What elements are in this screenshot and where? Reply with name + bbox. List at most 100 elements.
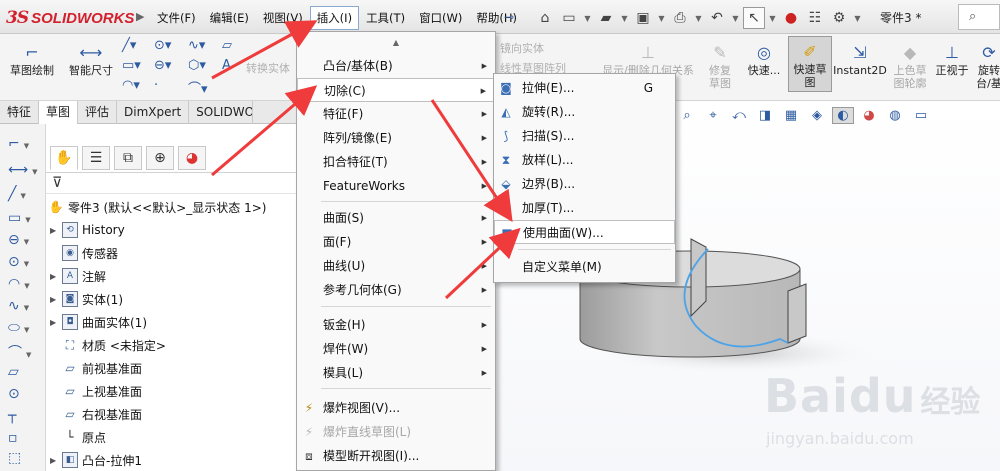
menu-item-swept-cut[interactable]: ⟆ 扫描(S)... xyxy=(494,124,675,148)
menu-item-explode-line-sketch[interactable]: ⚡ 爆炸直线草图(L) xyxy=(297,420,495,444)
circle-tool-icon[interactable]: ⊙ ▼ xyxy=(8,254,38,274)
circle-icon[interactable]: ⊙▾ xyxy=(154,38,171,53)
dimxpert-manager-tab-icon[interactable]: ⊕ xyxy=(146,146,174,170)
menu-item-curve[interactable]: 曲线(U) ▶ xyxy=(297,254,495,278)
menu-scroll-up-icon[interactable]: ▲ xyxy=(297,34,495,52)
menu-insert[interactable]: 插入(I) xyxy=(309,6,360,30)
point-icon[interactable]: · xyxy=(154,78,158,93)
open-folder-icon[interactable]: ▰ xyxy=(595,7,617,29)
tree-item-boss-extrude1[interactable]: ▶ ◧ 凸台-拉伸1 xyxy=(50,449,142,471)
small-square-icon[interactable]: ▫ xyxy=(8,430,38,450)
menu-help[interactable]: 帮助(H) xyxy=(469,6,524,30)
menu-item-customize-menu[interactable]: 自定义菜单(M) xyxy=(494,255,675,279)
rapid-sketch-button[interactable]: ✐ 快速草图 xyxy=(788,36,832,92)
tab-solidworks-addins[interactable]: SOLIDWORKS xyxy=(189,101,254,124)
tree-item-sensors[interactable]: ◉ 传感器 xyxy=(50,242,118,264)
menu-item-model-break-view[interactable]: ⧈ 模型断开视图(I)... xyxy=(297,444,495,468)
options-gear-icon[interactable]: ⚙ xyxy=(828,7,850,29)
menu-item-thicken-cut[interactable]: ▤ 加厚(T)... xyxy=(494,196,675,220)
menu-edit[interactable]: 编辑(E) xyxy=(203,6,256,30)
mirror-entities-label[interactable]: 镜向实体 xyxy=(500,40,544,56)
menu-item-features[interactable]: 特征(F) ▶ xyxy=(297,102,495,126)
menu-item-boundary-cut[interactable]: ⬙ 边界(B)... xyxy=(494,172,675,196)
view-settings-icon[interactable]: ▭ xyxy=(910,108,932,123)
expand-arrow-icon[interactable]: ▶ xyxy=(50,272,62,281)
point-tool-icon[interactable]: ⊙ xyxy=(8,386,38,406)
menu-item-cut[interactable]: 切除(C) ▶ xyxy=(297,78,495,102)
tree-item-front-plane[interactable]: ▱ 前视基准面 xyxy=(50,357,142,379)
menu-item-boss-base[interactable]: 凸台/基体(B) ▶ xyxy=(297,54,495,78)
line-tool-icon[interactable]: ╱ ▼ xyxy=(8,186,38,206)
menu-item-lofted-cut[interactable]: ⧗ 放样(L)... xyxy=(494,148,675,172)
menu-item-cut-with-surface[interactable]: ⬒ 使用曲面(W)... xyxy=(494,220,675,244)
rectangle-icon[interactable]: ▭▾ xyxy=(122,58,141,73)
tree-item-origin[interactable]: └ 原点 xyxy=(50,426,106,448)
normal-to-button[interactable]: ⊥ 正视于 xyxy=(932,40,972,77)
previous-view-icon[interactable]: ⤺ xyxy=(728,108,750,123)
menu-item-exploded-view[interactable]: ⚡ 爆炸视图(V)... xyxy=(297,396,495,420)
menu-item-sheet-metal[interactable]: 钣金(H) ▶ xyxy=(297,313,495,337)
select-dropdown-icon[interactable]: ▼ xyxy=(767,7,778,29)
display-style-icon[interactable]: ◈ xyxy=(806,108,828,123)
new-document-icon[interactable]: ▭ xyxy=(558,7,580,29)
tab-sketch[interactable]: 草图 xyxy=(39,101,79,124)
spline-tool-icon[interactable]: ∿ ▼ xyxy=(8,298,38,318)
property-manager-tab-icon[interactable]: ☰ xyxy=(82,146,110,170)
polygon-icon[interactable]: ⬡▾ xyxy=(188,58,206,73)
tree-item-annotations[interactable]: ▶ A 注解 xyxy=(50,265,106,287)
quick-snaps-button[interactable]: ◎ 快速... xyxy=(745,40,783,77)
solidworks-logo[interactable]: 3S SOLIDWORKS xyxy=(6,7,134,29)
arc-tool-icon[interactable]: ◠ ▼ xyxy=(8,276,38,296)
smart-dimension-button[interactable]: ⟷ 智能尺寸 xyxy=(64,40,118,77)
save-icon[interactable]: ▣ xyxy=(632,7,654,29)
tree-item-right-plane[interactable]: ▱ 右视基准面 xyxy=(50,403,142,425)
plane-icon[interactable]: ▱ xyxy=(222,38,232,53)
menu-item-extruded-cut[interactable]: ◙ 拉伸(E)... G xyxy=(494,76,675,100)
menu-window[interactable]: 窗口(W) xyxy=(412,6,469,30)
zoom-area-icon[interactable]: ⌖ xyxy=(702,108,724,123)
menu-view[interactable]: 视图(V) xyxy=(256,6,310,30)
sketch-button[interactable]: ⌐ 草图绘制 xyxy=(6,40,58,77)
offset-tool-icon[interactable]: ⬚ xyxy=(8,450,38,470)
zoom-to-fit-icon[interactable]: ⌕ xyxy=(676,108,698,123)
tab-features[interactable]: 特征 xyxy=(0,101,40,124)
slot-tool-icon[interactable]: ⊖ ▼ xyxy=(8,232,38,252)
convert-entities-label[interactable]: 转换实体 xyxy=(246,60,290,76)
scene-icon[interactable]: ◍ xyxy=(884,108,906,123)
search-commands-box[interactable]: ⌕ xyxy=(958,4,1000,30)
tree-item-material[interactable]: ⛶ 材质 <未指定> xyxy=(50,334,166,356)
rebuild-traffic-light-icon[interactable]: ● xyxy=(780,7,802,29)
save-dropdown-icon[interactable]: ▼ xyxy=(656,7,667,29)
smart-dim-tool-icon[interactable]: ⟷ ▼ xyxy=(8,162,38,182)
tree-item-top-plane[interactable]: ▱ 上视基准面 xyxy=(50,380,142,402)
rotate-button[interactable]: ⟳ 旋转 台/基 xyxy=(974,40,1000,90)
menu-item-surface[interactable]: 曲面(S) ▶ xyxy=(297,206,495,230)
menu-item-fastening-features[interactable]: 扣合特征(T) ▶ xyxy=(297,150,495,174)
menu-item-pattern-mirror[interactable]: 阵列/镜像(E) ▶ xyxy=(297,126,495,150)
tab-evaluate[interactable]: 评估 xyxy=(78,101,118,124)
shaded-contours-button[interactable]: ◆ 上色草图轮廓 xyxy=(888,40,932,90)
expand-arrow-icon[interactable]: ▶ xyxy=(50,295,62,304)
tree-root-part[interactable]: ✋ 零件3 (默认<<默认>_显示状态 1>) xyxy=(48,196,267,218)
section-view-icon[interactable]: ◨ xyxy=(754,108,776,123)
ellipse-tool-icon[interactable]: ⬭ ▼ xyxy=(8,320,38,340)
tree-item-surface-bodies[interactable]: ▶ ◘ 曲面实体(1) xyxy=(50,311,147,333)
home-icon[interactable]: ⌂ xyxy=(534,7,556,29)
pin-menu-icon[interactable]: ⊸ xyxy=(504,10,514,24)
menu-tools[interactable]: 工具(T) xyxy=(359,6,412,30)
menu-item-molds[interactable]: 模具(L) ▶ xyxy=(297,361,495,385)
sketch-tool-icon[interactable]: ⌐ ▼ xyxy=(8,136,38,156)
file-properties-icon[interactable]: ☷ xyxy=(804,7,826,29)
options-dropdown-icon[interactable]: ▼ xyxy=(852,7,863,29)
menu-item-revolved-cut[interactable]: ◭ 旋转(R)... xyxy=(494,100,675,124)
repair-sketch-button[interactable]: ✎ 修复草图 xyxy=(700,40,740,90)
print-icon[interactable]: ⎙ xyxy=(669,7,691,29)
configuration-manager-tab-icon[interactable]: ⧉ xyxy=(114,146,142,170)
expand-arrow-icon[interactable]: ▶ xyxy=(50,226,62,235)
menu-item-reference-geometry[interactable]: 参考几何体(G) ▶ xyxy=(297,278,495,302)
tree-item-solid-bodies[interactable]: ▶ ◙ 实体(1) xyxy=(50,288,123,310)
feature-tree-tab-icon[interactable]: ✋ xyxy=(50,146,78,170)
tree-item-history[interactable]: ▶ ⟲ History xyxy=(50,219,125,241)
display-manager-tab-icon[interactable]: ◕ xyxy=(178,146,206,170)
menu-file[interactable]: 文件(F) xyxy=(150,6,203,30)
